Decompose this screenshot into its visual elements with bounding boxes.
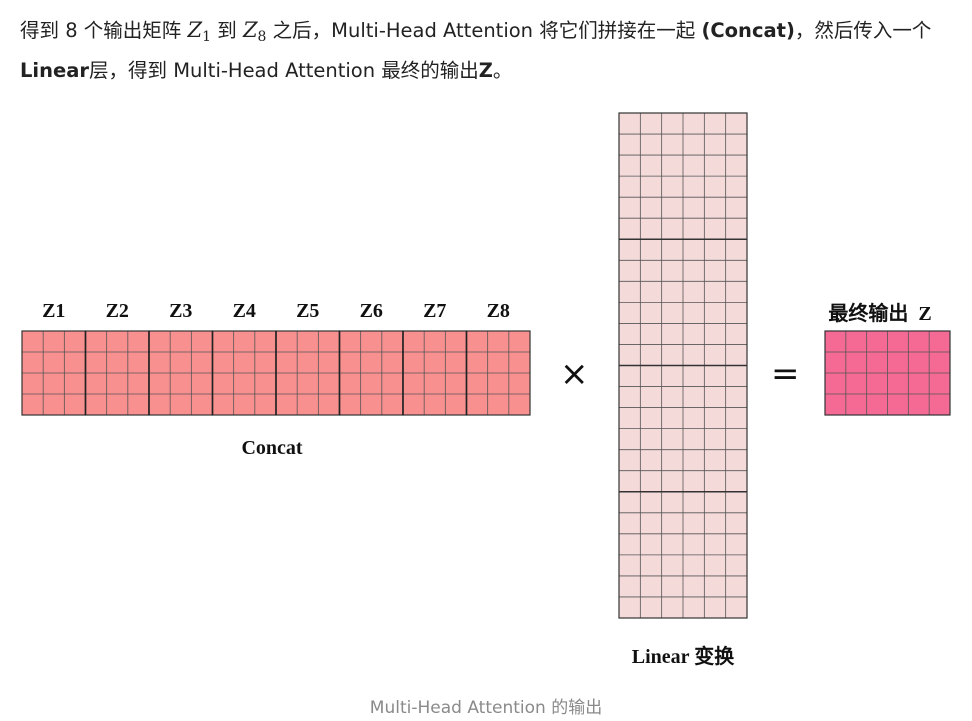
concat-block-z4 [211, 330, 277, 416]
concat-matrix [21, 330, 531, 416]
z-label-z6: Z6 [359, 300, 383, 322]
concat-block-z7 [402, 330, 468, 416]
z-label-z8: Z8 [486, 300, 510, 322]
output-matrix [824, 330, 951, 416]
concat-block-z6 [338, 330, 404, 416]
z-label-z5: Z5 [296, 300, 320, 322]
equals-symbol: = [771, 354, 800, 394]
z-label-z2: Z2 [105, 300, 129, 322]
z-label-z7: Z7 [423, 300, 447, 322]
z-label-z4: Z4 [232, 300, 256, 322]
linear-weight-matrix [618, 112, 748, 619]
concat-block-z3 [148, 330, 214, 416]
concat-block-z2 [84, 330, 150, 416]
concat-block-z1 [21, 330, 87, 416]
concat-block-z8 [465, 330, 531, 416]
linear-label: Linear 变换 [631, 646, 735, 668]
concat-label: Concat [241, 437, 303, 459]
output-label: 最终输出 Z [828, 303, 932, 325]
times-symbol: × [560, 354, 589, 394]
z-label-z3: Z3 [169, 300, 193, 322]
z-label-z1: Z1 [42, 300, 66, 322]
figure-caption: Multi-Head Attention 的输出 [369, 698, 603, 718]
multi-head-output-diagram [21, 112, 951, 619]
concat-block-z5 [275, 330, 341, 416]
